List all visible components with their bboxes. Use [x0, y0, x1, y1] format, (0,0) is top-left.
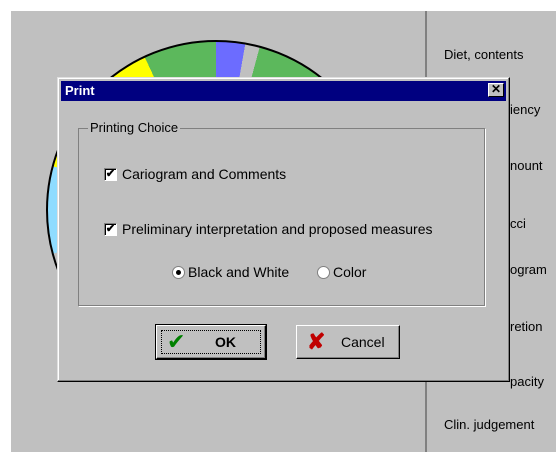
check-icon: ✔ [167, 329, 186, 354]
ok-button[interactable]: ✔ OK [155, 324, 267, 360]
factor-label-diet-contents: Diet, contents [444, 47, 524, 62]
close-button[interactable]: ✕ [488, 83, 504, 97]
x-icon: ✘ [307, 329, 326, 354]
ok-label: OK [215, 334, 236, 350]
dialog-title: Print [65, 83, 95, 98]
check-icon: ✔ [105, 168, 116, 180]
preliminary-interpretation-label[interactable]: Preliminary interpretation and proposed … [122, 221, 433, 237]
factor-label-program: ogram [510, 262, 547, 277]
factor-label-secretion: retion [510, 319, 543, 334]
cancel-button[interactable]: ✘ Cancel [296, 325, 400, 359]
print-dialog: Print ✕ Printing Choice ✔ Cariogram and … [57, 77, 510, 382]
black-white-radio[interactable] [172, 266, 185, 279]
black-white-label[interactable]: Black and White [188, 264, 289, 280]
dialog-titlebar[interactable]: Print ✕ [61, 81, 506, 101]
preliminary-interpretation-checkbox[interactable]: ✔ [104, 223, 117, 236]
factor-label-capacity: pacity [510, 374, 544, 389]
group-label: Printing Choice [88, 120, 181, 135]
factor-label-bacteria: cci [510, 216, 526, 231]
factor-label-amount: nount [510, 158, 543, 173]
close-icon: ✕ [490, 82, 502, 96]
cancel-label: Cancel [341, 334, 385, 350]
cariogram-comments-checkbox[interactable]: ✔ [104, 168, 117, 181]
factor-label-frequency: iency [510, 102, 541, 117]
factor-label-clin-judgement: Clin. judgement [444, 417, 535, 432]
radio-selected-dot [176, 270, 181, 275]
color-label[interactable]: Color [333, 264, 366, 280]
cariogram-comments-label[interactable]: Cariogram and Comments [122, 166, 286, 182]
check-icon: ✔ [105, 223, 116, 235]
color-radio[interactable] [317, 266, 330, 279]
